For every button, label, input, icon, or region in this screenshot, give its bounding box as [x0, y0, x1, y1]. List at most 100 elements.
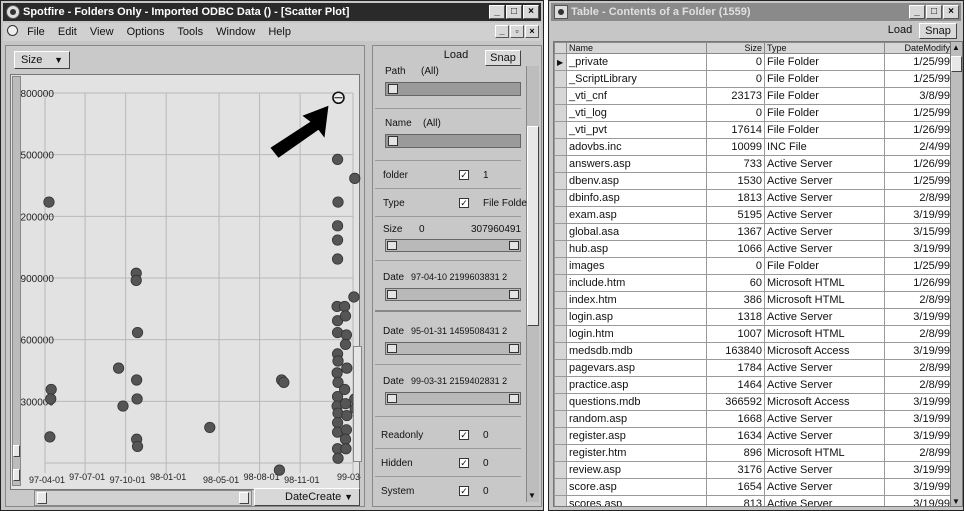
cell-size[interactable]: 1007: [706, 325, 765, 343]
cell-size[interactable]: 1318: [706, 308, 765, 326]
cell-name[interactable]: _ScriptLibrary: [566, 70, 707, 88]
size-slider-left-knob[interactable]: [387, 241, 397, 250]
x-axis-selector[interactable]: DateCreate ▼: [254, 488, 360, 506]
cell-type[interactable]: Active Server: [764, 461, 885, 479]
cell-size[interactable]: 1464: [706, 376, 765, 394]
query-snap-button[interactable]: Snap: [485, 50, 521, 66]
cell-datemodify[interactable]: 3/19/99: [884, 478, 953, 496]
cell-datemodify[interactable]: 3/19/99: [884, 342, 953, 360]
cell-size[interactable]: 0: [706, 257, 765, 275]
cell-name[interactable]: global.asa: [566, 223, 707, 241]
row-selector[interactable]: [554, 393, 567, 411]
cell-size[interactable]: 1367: [706, 223, 765, 241]
query-scroll-thumb[interactable]: [527, 126, 539, 326]
cell-size[interactable]: 0: [706, 53, 765, 71]
scatter-point[interactable]: [331, 153, 344, 166]
cell-type[interactable]: File Folder: [764, 53, 885, 71]
cell-name[interactable]: exam.asp: [566, 206, 707, 224]
scatter-point[interactable]: [45, 393, 57, 405]
cell-datemodify[interactable]: 3/19/99: [884, 308, 953, 326]
scatter-point[interactable]: [131, 393, 143, 405]
table-row[interactable]: score.asp 1654 Active Server 3/19/99: [554, 478, 953, 496]
menu-edit[interactable]: Edit: [58, 26, 77, 38]
cell-size[interactable]: 60: [706, 274, 765, 292]
cell-type[interactable]: Active Server: [764, 172, 885, 190]
table-row[interactable]: dbinfo.asp 1813 Active Server 2/8/99: [554, 189, 953, 207]
cell-type[interactable]: Microsoft HTML: [764, 325, 885, 343]
scroll-up-arrow-icon[interactable]: ▲: [952, 43, 960, 52]
menu-view[interactable]: View: [90, 26, 114, 38]
table-row[interactable]: exam.asp 5195 Active Server 3/19/99: [554, 206, 953, 224]
cell-name[interactable]: pagevars.asp: [566, 359, 707, 377]
cell-type[interactable]: Active Server: [764, 155, 885, 173]
cell-type[interactable]: Active Server: [764, 240, 885, 258]
doc-restore-button[interactable]: ▫: [510, 25, 524, 38]
scatter-point[interactable]: [131, 440, 144, 452]
cell-size[interactable]: 1654: [706, 478, 765, 496]
cell-size[interactable]: 1530: [706, 172, 765, 190]
path-slider-knob[interactable]: [388, 84, 398, 94]
scatter-plot[interactable]: 7800000 6500000 5200000 3900000 2600000 13000…: [10, 74, 361, 490]
folder-checkbox[interactable]: ✓: [459, 170, 469, 180]
cell-name[interactable]: scores.asp: [566, 495, 707, 506]
date3-range-slider[interactable]: [385, 392, 521, 405]
table-row[interactable]: _ScriptLibrary 0 File Folder 1/25/99: [554, 70, 953, 88]
table-row[interactable]: pagevars.asp 1784 Active Server 2/8/99: [554, 359, 953, 377]
cell-type[interactable]: Active Server: [764, 223, 885, 241]
path-list-slider[interactable]: [385, 82, 521, 96]
system-checkbox[interactable]: ✓: [459, 486, 469, 496]
row-selector[interactable]: [554, 223, 567, 241]
hidden-checkbox[interactable]: ✓: [459, 458, 469, 468]
table-row[interactable]: images 0 File Folder 1/25/99: [554, 257, 953, 275]
scatter-point[interactable]: [348, 291, 360, 303]
cell-size[interactable]: 1813: [706, 189, 765, 207]
cell-name[interactable]: hub.asp: [566, 240, 707, 258]
row-selector[interactable]: [554, 240, 567, 258]
scatter-point[interactable]: [339, 310, 352, 322]
column-header-size[interactable]: Size: [706, 42, 765, 54]
cell-name[interactable]: login.htm: [566, 325, 707, 343]
table-minimize-button[interactable]: _: [909, 5, 925, 19]
cell-type[interactable]: Active Server: [764, 189, 885, 207]
row-selector[interactable]: [554, 121, 567, 139]
cell-type[interactable]: Microsoft HTML: [764, 274, 885, 292]
scroll-down-arrow-icon[interactable]: ▼: [528, 491, 536, 500]
cell-datemodify[interactable]: 1/26/99: [884, 121, 953, 139]
scatter-point[interactable]: [339, 398, 352, 410]
cell-size[interactable]: 1784: [706, 359, 765, 377]
row-selector-header[interactable]: [554, 42, 567, 54]
cell-size[interactable]: 17614: [706, 121, 765, 139]
cell-datemodify[interactable]: 3/19/99: [884, 393, 953, 411]
size-selector[interactable]: Size ▼: [14, 51, 70, 69]
table-row[interactable]: global.asa 1367 Active Server 3/15/99: [554, 223, 953, 241]
y-range-bottom-handle[interactable]: [13, 469, 20, 481]
cell-name[interactable]: login.asp: [566, 308, 707, 326]
row-selector[interactable]: [554, 189, 567, 207]
table-row[interactable]: random.asp 1668 Active Server 3/19/99: [554, 410, 953, 428]
cell-name[interactable]: include.htm: [566, 274, 707, 292]
row-selector[interactable]: [554, 478, 567, 496]
cell-name[interactable]: random.asp: [566, 410, 707, 428]
minimize-button[interactable]: _: [489, 5, 505, 19]
cell-type[interactable]: Active Server: [764, 376, 885, 394]
x-range-right-handle[interactable]: [239, 492, 249, 504]
cell-size[interactable]: 3176: [706, 461, 765, 479]
row-selector[interactable]: [554, 376, 567, 394]
doc-close-button[interactable]: ×: [525, 25, 539, 38]
current-row-indicator[interactable]: ▶: [554, 53, 567, 71]
table-row[interactable]: _vti_pvt 17614 File Folder 1/26/99: [554, 121, 953, 139]
scatter-point[interactable]: [339, 433, 352, 445]
scatter-point[interactable]: [341, 409, 353, 422]
cell-type[interactable]: Microsoft HTML: [764, 444, 885, 462]
scatter-point[interactable]: [130, 274, 142, 286]
row-selector[interactable]: [554, 308, 567, 326]
table-row[interactable]: scores.asp 813 Active Server 3/19/99: [554, 495, 953, 506]
table-window-titlebar[interactable]: Table - Contents of a Folder (1559) _ □ …: [551, 3, 961, 21]
cell-type[interactable]: File Folder: [764, 104, 885, 122]
table-row[interactable]: _vti_cnf 23173 File Folder 3/8/99: [554, 87, 953, 105]
cell-datemodify[interactable]: 2/8/99: [884, 325, 953, 343]
maximize-button[interactable]: □: [506, 5, 522, 19]
cell-name[interactable]: images: [566, 257, 707, 275]
date3-slider-right-knob[interactable]: [509, 394, 519, 403]
table-row[interactable]: _vti_log 0 File Folder 1/25/99: [554, 104, 953, 122]
